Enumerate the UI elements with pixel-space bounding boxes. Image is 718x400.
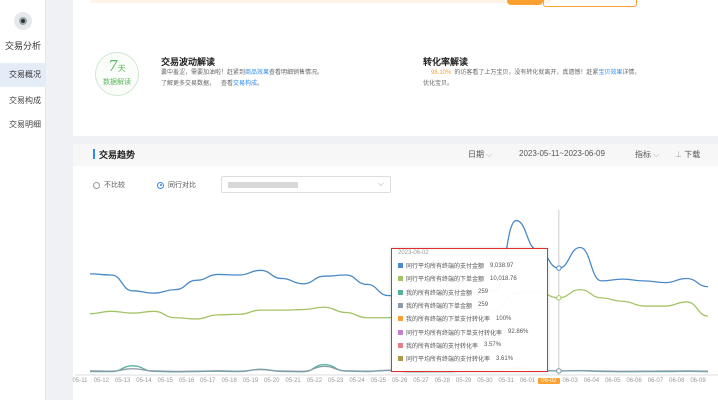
tooltip-label: 我的所有终端的支付金额 xyxy=(406,290,473,297)
legend-swatch-icon xyxy=(398,276,403,282)
x-tick-label: 05-19 xyxy=(242,378,259,384)
x-tick-label: 06-03 xyxy=(562,378,578,384)
tooltip-value: 3.57% xyxy=(484,342,502,349)
x-tick-label: 05-15 xyxy=(157,378,173,384)
x-tick-label: 05-24 xyxy=(349,378,365,384)
legend-swatch-icon xyxy=(398,342,403,348)
x-tick-label: 06-08 xyxy=(669,378,685,384)
x-tick-label: 05-12 xyxy=(93,378,109,384)
x-tick-label: 05-13 xyxy=(114,378,131,384)
x-tick-label: 05-26 xyxy=(391,378,408,384)
x-tick-label: 06-04 xyxy=(583,378,600,384)
x-tick-label: 05-17 xyxy=(200,378,216,384)
x-tick-label: 05-25 xyxy=(370,378,387,384)
x-tick-label: 05-20 xyxy=(264,378,280,384)
series-point-3 xyxy=(556,368,562,374)
legend-swatch-icon xyxy=(398,329,403,335)
x-tick-label: 06-06 xyxy=(626,378,642,384)
tooltip-label: 我的所有终端的下单支付转化率 xyxy=(406,317,491,324)
series-point-0 xyxy=(556,265,562,271)
x-tick-label: 05-27 xyxy=(413,378,429,384)
legend-swatch-icon xyxy=(398,302,403,308)
tooltip-label: 同行平均所有终端的下单金额 xyxy=(406,277,485,284)
x-tick-label: 05-11 xyxy=(72,378,88,384)
x-tick-label: 06-05 xyxy=(605,378,621,384)
tooltip-label: 我的所有终端的下单金额 xyxy=(406,303,473,310)
tooltip-label: 我的所有终端的支付转化率 xyxy=(406,343,479,350)
tooltip-row: 同行平均所有终端的支付金额 9,038.97 xyxy=(398,261,513,270)
tooltip-value: 3.61% xyxy=(496,355,514,362)
x-tick-label: 05-29 xyxy=(455,378,472,384)
tooltip-row: 同行平均所有终端的支付转化率 3.61% xyxy=(398,354,513,363)
tooltip-row: 我的所有终端的下单金额 259 xyxy=(398,301,488,310)
x-tick-label: 05-14 xyxy=(136,378,152,384)
x-tick-label: 05-30 xyxy=(477,378,493,384)
legend-swatch-icon xyxy=(398,356,403,362)
legend-swatch-icon xyxy=(398,289,403,295)
tooltip-value: 10,018.76 xyxy=(490,275,517,282)
tooltip-value: 259 xyxy=(478,302,489,309)
x-tick-label: 05-22 xyxy=(306,378,323,384)
x-tick-label: 05-28 xyxy=(434,378,450,384)
tooltip-value: 92.86% xyxy=(508,329,529,335)
tooltip-row: 同行平均所有终端的下单金额 10,018.76 xyxy=(398,274,517,283)
tooltip-date: 2023-06-02 xyxy=(398,250,429,256)
x-tick-label: 06-01 xyxy=(519,378,536,384)
x-tick-label: 05-16 xyxy=(178,378,195,384)
x-tick-label: 05-31 xyxy=(498,378,514,384)
x-tick-label: 05-21 xyxy=(285,378,301,384)
chart-tooltip: 2023-06-02 同行平均所有终端的支付金额 9,038.97 同行平均所有终端… xyxy=(391,248,548,372)
x-tick-label: 06-07 xyxy=(647,378,664,384)
tooltip-row: 我的所有终端的支付转化率 3.57% xyxy=(398,341,501,350)
x-tick-label: 06-02 xyxy=(537,378,560,384)
tooltip-label: 同行平均所有终端的支付金额 xyxy=(406,264,485,270)
x-tick-label: 05-18 xyxy=(221,378,237,384)
legend-swatch-icon xyxy=(398,263,403,268)
x-axis-labels: 05-11 05-12 05-13 05-14 05-15 05-16 05-17 05-18… xyxy=(0,378,718,390)
tooltip-value: 259 xyxy=(478,289,489,296)
tooltip-row: 同行平均所有终端的下单支付转化率 92.86% xyxy=(398,328,528,337)
tooltip-value: 100% xyxy=(496,315,512,322)
x-tick-label: 06-09 xyxy=(690,378,706,384)
tooltip-label: 同行平均所有终端的下单支付转化率 xyxy=(406,330,503,337)
series-point-1 xyxy=(556,295,562,301)
tooltip-label: 同行平均所有终端的支付转化率 xyxy=(406,357,491,364)
tooltip-row: 我的所有终端的支付金额 259 xyxy=(398,288,488,297)
legend-swatch-icon xyxy=(398,316,403,322)
trend-chart xyxy=(75,210,718,376)
tooltip-value: 9,038.97 xyxy=(490,262,514,269)
x-tick-label: 05-23 xyxy=(328,378,344,384)
tooltip-row: 我的所有终端的下单支付转化率 100% xyxy=(398,314,511,323)
